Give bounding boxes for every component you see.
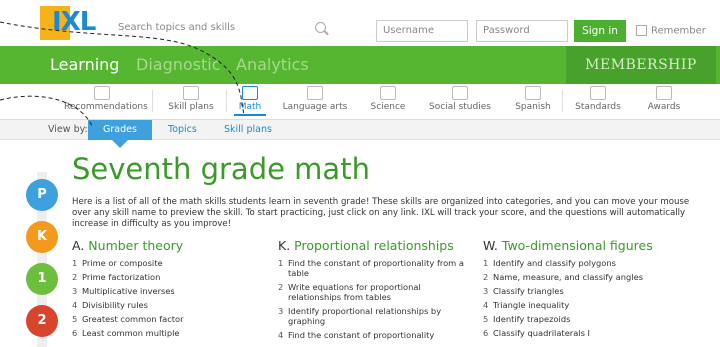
- skill-list: 1 Prime or composite 2 Prime factorization…: [72, 258, 272, 338]
- grade-circle-1[interactable]: 1: [26, 263, 58, 295]
- math-icon: [242, 86, 258, 100]
- view-by-label: View by:: [48, 124, 88, 135]
- tab-learning[interactable]: Learning: [50, 55, 119, 74]
- category-heading: W. Two-dimensional figures: [483, 238, 653, 253]
- page-intro: Here is a list of all of the math skills…: [72, 197, 690, 229]
- subject-social-studies[interactable]: Social studies: [426, 86, 494, 112]
- spanish-icon: [525, 86, 541, 100]
- skill-list: 1 Identify and classify polygons 2 Name, m…: [483, 258, 703, 338]
- skill-item[interactable]: 3 Identify proportional relationships by …: [278, 306, 468, 326]
- skill-item[interactable]: 1 Prime or composite: [72, 258, 272, 268]
- remember-label: Remember: [651, 25, 706, 37]
- subject-science[interactable]: Science: [368, 86, 408, 112]
- language-arts-icon: [307, 86, 323, 100]
- view-by-grades[interactable]: Grades: [88, 120, 152, 148]
- subject-awards[interactable]: Awards: [644, 86, 684, 112]
- top-bar: IXL Search topics and skills Username Pa…: [0, 0, 720, 46]
- skill-item[interactable]: 5 Greatest common factor: [72, 314, 272, 324]
- skill-item[interactable]: 3 Multiplicative inverses: [72, 286, 272, 296]
- skill-item[interactable]: 2 Prime factorization: [72, 272, 272, 282]
- divider: [562, 90, 563, 112]
- sign-in-button[interactable]: Sign in: [574, 20, 626, 42]
- skill-list: 1 Find the constant of proportionality fr…: [278, 258, 468, 340]
- search-input[interactable]: Search topics and skills: [118, 22, 235, 33]
- username-field[interactable]: Username: [376, 20, 468, 42]
- tab-diagnostic[interactable]: Diagnostic: [136, 55, 221, 74]
- standards-icon: [590, 86, 606, 100]
- category-number-theory: A. Number theory 1 Prime or composite 2 Pr…: [72, 238, 272, 342]
- main-nav: Learning Diagnostic Analytics MEMBERSHIP: [0, 46, 720, 84]
- skill-item[interactable]: 4 Divisibility rules: [72, 300, 272, 310]
- grade-circle-p[interactable]: P: [26, 179, 58, 211]
- divider: [226, 90, 227, 112]
- view-by-topics[interactable]: Topics: [168, 124, 197, 135]
- grade-circle-k[interactable]: K: [26, 221, 58, 253]
- skill-item[interactable]: 3 Classify triangles: [483, 286, 703, 296]
- recommendations-icon: [94, 86, 110, 100]
- subject-standards[interactable]: Standards: [574, 86, 622, 112]
- skill-item[interactable]: 1 Find the constant of proportionality fr…: [278, 258, 468, 278]
- skill-item[interactable]: 2 Name, measure, and classify angles: [483, 272, 703, 282]
- social-studies-icon: [452, 86, 468, 100]
- category-proportional-relationships: K. Proportional relationships 1 Find the …: [278, 238, 468, 344]
- checkbox-icon[interactable]: [636, 25, 647, 36]
- science-icon: [380, 86, 396, 100]
- awards-icon: [656, 86, 672, 100]
- logo-text: IXL: [52, 7, 96, 37]
- subject-recommendations[interactable]: Recommendations: [64, 86, 148, 112]
- skill-item[interactable]: 6 Least common multiple: [72, 328, 272, 338]
- subject-math[interactable]: Math: [234, 86, 266, 116]
- grade-circle-2[interactable]: 2: [26, 305, 58, 337]
- subject-skill-plans[interactable]: Skill plans: [166, 86, 216, 112]
- skill-item[interactable]: 2 Write equations for proportional relati…: [278, 282, 468, 302]
- category-heading: K. Proportional relationships: [278, 238, 454, 253]
- page-title: Seventh grade math: [72, 152, 370, 186]
- skill-plans-icon: [183, 86, 199, 100]
- subject-language-arts[interactable]: Language arts: [282, 86, 348, 112]
- skill-item[interactable]: 4 Triangle inequality: [483, 300, 703, 310]
- password-field[interactable]: Password: [476, 20, 568, 42]
- skill-item[interactable]: 4 Find the constant of proportionality: [278, 330, 468, 340]
- category-two-dimensional-figures: W. Two-dimensional figures 1 Identify and…: [483, 238, 703, 342]
- remember-checkbox[interactable]: Remember: [636, 25, 706, 37]
- membership-button[interactable]: MEMBERSHIP: [566, 46, 716, 84]
- category-heading: A. Number theory: [72, 238, 184, 253]
- search-icon[interactable]: [315, 22, 326, 33]
- skill-item[interactable]: 6 Classify quadrilaterals I: [483, 328, 703, 338]
- view-by-skill-plans[interactable]: Skill plans: [224, 124, 272, 135]
- tab-analytics[interactable]: Analytics: [236, 55, 309, 74]
- skill-item[interactable]: 5 Identify trapezoids: [483, 314, 703, 324]
- view-by-bar: View by: Grades Topics Skill plans: [0, 120, 720, 148]
- divider: [152, 90, 153, 112]
- skill-item[interactable]: 1 Identify and classify polygons: [483, 258, 703, 268]
- subject-spanish[interactable]: Spanish: [514, 86, 552, 112]
- ixl-logo[interactable]: IXL: [40, 6, 102, 40]
- subject-bar: Recommendations Skill plans Math Languag…: [0, 84, 720, 120]
